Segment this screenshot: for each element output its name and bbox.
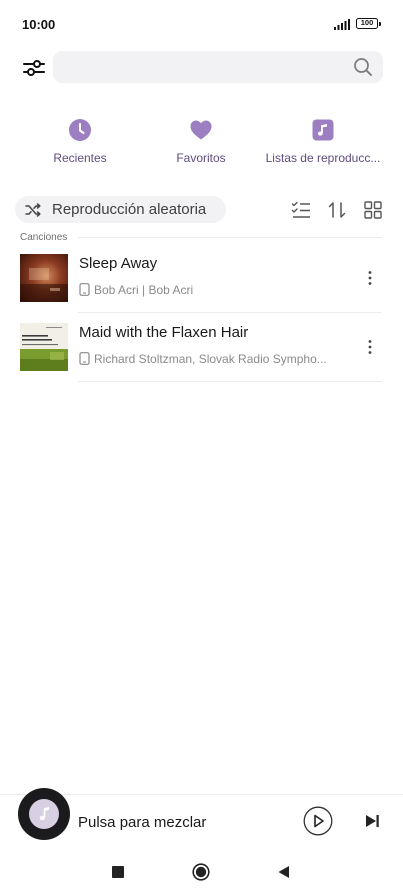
more-options-icon[interactable]: [362, 268, 378, 288]
divider: [78, 312, 382, 313]
section-title: Canciones: [20, 232, 68, 243]
home-button-icon[interactable]: [192, 863, 210, 881]
status-time: 10:00: [22, 17, 56, 32]
phone-storage-icon: [79, 352, 90, 366]
quick-label: Listas de reproducc...: [265, 151, 381, 165]
battery-icon: 100: [356, 18, 381, 29]
search-input[interactable]: [53, 51, 343, 83]
quick-item-listas[interactable]: Listas de reproducc...: [262, 118, 384, 170]
album-art: [20, 323, 68, 371]
mini-player[interactable]: Pulsa para mezclar: [0, 788, 403, 848]
play-icon[interactable]: [303, 806, 333, 836]
sort-icon[interactable]: [327, 200, 347, 220]
quick-item-favoritos[interactable]: Favoritos: [166, 118, 236, 170]
song-subtitle: Richard Stoltzman, Slovak Radio Sympho..…: [79, 350, 341, 366]
phone-storage-icon: [79, 283, 90, 297]
search-icon[interactable]: [353, 57, 373, 77]
divider: [78, 237, 382, 238]
heart-icon: [190, 120, 212, 140]
song-title: Sleep Away: [79, 255, 158, 272]
disc-center: [29, 799, 59, 829]
song-artist: Bob Acri | Bob Acri: [94, 282, 194, 297]
grid-view-icon[interactable]: [363, 200, 383, 220]
song-artist: Richard Stoltzman, Slovak Radio Sympho..…: [94, 351, 327, 366]
playlist-icon: [312, 119, 334, 141]
now-playing-disc[interactable]: [18, 788, 70, 840]
quick-label: Favoritos: [176, 151, 226, 165]
clock-icon: [69, 119, 91, 141]
song-subtitle: Bob Acri | Bob Acri: [79, 281, 341, 297]
more-options-icon[interactable]: [362, 337, 378, 357]
recent-apps-button[interactable]: [112, 866, 124, 878]
divider: [78, 381, 382, 382]
quick-item-recientes[interactable]: Recientes: [44, 118, 116, 170]
player-label: Pulsa para mezclar: [78, 814, 207, 831]
status-bar: 10:00 100: [0, 0, 403, 48]
back-button-icon[interactable]: [277, 865, 290, 879]
signal-icon: [334, 19, 350, 30]
quick-label: Recientes: [53, 151, 107, 165]
system-navigation-bar: [0, 848, 403, 896]
album-art: [20, 254, 68, 302]
filter-settings-icon[interactable]: [22, 56, 46, 80]
shuffle-icon: [25, 203, 41, 217]
search-bar[interactable]: [53, 51, 383, 83]
multi-select-icon[interactable]: [291, 200, 311, 220]
song-title: Maid with the Flaxen Hair: [79, 324, 249, 341]
music-note-icon: [39, 807, 49, 821]
shuffle-all-button[interactable]: Reproducción aleatoria: [15, 196, 226, 223]
skip-next-icon[interactable]: [363, 812, 381, 830]
shuffle-label: Reproducción aleatoria: [52, 201, 207, 218]
